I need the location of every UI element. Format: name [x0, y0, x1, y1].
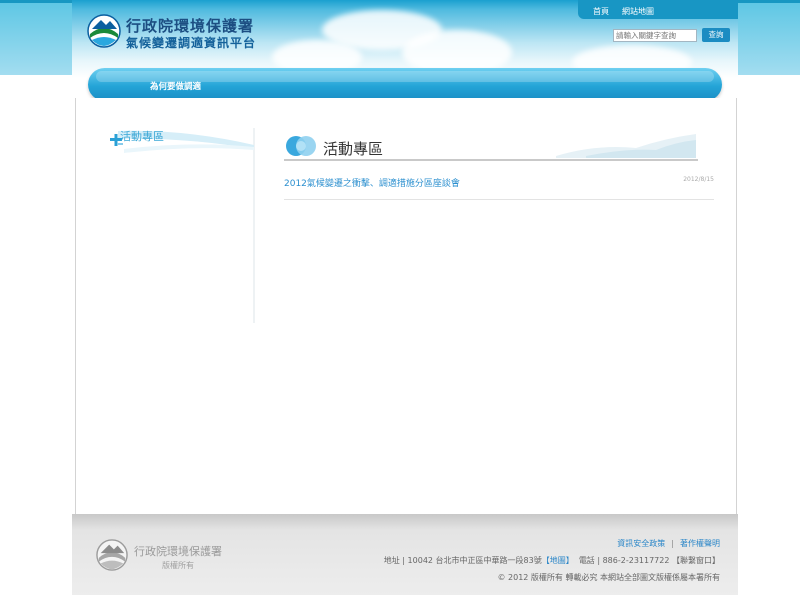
list-item: 2012氣候變遷之衝擊、調適措施分區座談會 2012/8/15 — [284, 171, 714, 200]
header: 行政院環境保護署 氣候變遷調適資訊平台 首頁 網站地圖 查詢 — [72, 0, 738, 78]
footer: 行政院環境保護署 版權所有 資訊安全政策 | 著作權聲明 地址 | 10042 台北… — [72, 514, 738, 595]
agency-name[interactable]: 行政院環境保護署 — [126, 15, 254, 36]
nav-item-why-adapt[interactable]: 為何要做調適 — [150, 80, 201, 92]
title-underline — [284, 159, 698, 161]
security-policy-link[interactable]: 資訊安全政策 — [617, 539, 665, 548]
sidebar-title[interactable]: 活動專區 — [120, 128, 164, 144]
footer-address: 地址 | 10042 台北市中正區中華路一段83號【地圖】 電話 | 886-2… — [384, 555, 720, 566]
section-circles-icon — [286, 136, 316, 156]
search-button[interactable]: 查詢 — [702, 28, 730, 42]
address-text: 地址 | 10042 台北市中正區中華路一段83號 — [383, 556, 542, 565]
footer-copyright: © 2012 版權所有 轉載必究 本網站全部圖文版權係屬本署所有 — [497, 573, 720, 582]
agency-logo-icon[interactable] — [87, 14, 121, 48]
event-date: 2012/8/15 — [683, 176, 714, 183]
footer-links: 資訊安全政策 | 著作權聲明 — [617, 538, 720, 549]
phone-text: 電話 | 886-2-23117722 — [578, 556, 670, 565]
platform-name[interactable]: 氣候變遷調適資訊平台 — [126, 34, 256, 51]
main-nav: 為何要做調適 — [88, 68, 722, 101]
copyright-notice-link[interactable]: 著作權聲明 — [680, 539, 720, 548]
home-link[interactable]: 首頁 — [593, 6, 609, 17]
top-links: 首頁 網站地圖 — [578, 0, 738, 19]
title-wave-decoration — [556, 134, 696, 158]
sidebar — [105, 128, 255, 323]
footer-rights: 版權所有 — [162, 561, 194, 570]
footer-agency-name: 行政院環境保護署 — [134, 545, 222, 558]
sitemap-link[interactable]: 網站地圖 — [622, 6, 654, 17]
footer-logo-icon — [96, 539, 128, 571]
map-link[interactable]: 【地圖】 — [542, 556, 574, 565]
header-right-band — [738, 0, 800, 75]
page-title: 活動專區 — [323, 140, 384, 158]
header-left-band — [0, 0, 72, 75]
page: 行政院環境保護署 氣候變遷調適資訊平台 首頁 網站地圖 查詢 為何要做調適 活動… — [0, 0, 800, 595]
event-link[interactable]: 2012氣候變遷之衝擊、調適措施分區座談會 — [284, 176, 460, 189]
footer-separator: | — [671, 539, 674, 548]
contact-link[interactable]: 【聯繫窗口】 — [672, 556, 720, 565]
search-input[interactable] — [613, 29, 697, 42]
